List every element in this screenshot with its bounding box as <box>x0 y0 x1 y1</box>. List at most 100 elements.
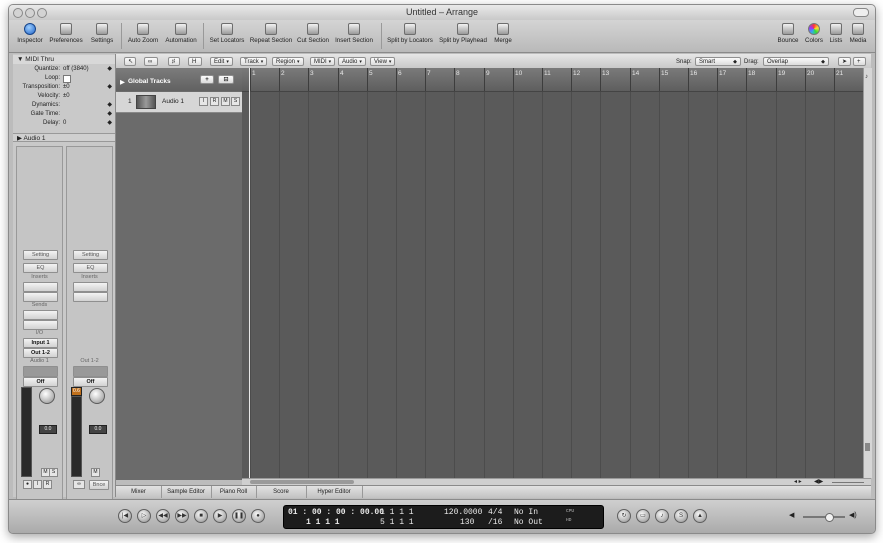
pencil-tool[interactable]: + <box>853 57 866 66</box>
strip2-eq-button[interactable]: EQ <box>73 263 108 273</box>
strip2-automation-button[interactable]: Off <box>73 377 108 387</box>
pause-icon[interactable]: ❚❚ <box>232 509 246 523</box>
param-dynamics[interactable]: Dynamics: ◆ <box>13 101 115 110</box>
cut-section-button[interactable]: Cut Section <box>295 23 331 44</box>
global-tracks-header[interactable]: ▶ Global Tracks + ⊟ <box>116 68 242 91</box>
tab-sample-editor[interactable]: Sample Editor <box>161 486 212 498</box>
tab-hyper-editor[interactable]: Hyper Editor <box>306 486 363 498</box>
track-menu[interactable]: Track ▾ <box>240 57 268 66</box>
param-gate-time[interactable]: Gate Time: ◆ <box>13 110 115 119</box>
scroll-arrows-icon[interactable]: ◂ ▸ <box>794 478 802 485</box>
track-folder-button[interactable]: ⊟ <box>218 75 234 84</box>
param-velocity[interactable]: Velocity: ±0 <box>13 92 115 101</box>
vertical-scrollbar[interactable]: ♪ <box>863 68 872 478</box>
loop-checkbox[interactable] <box>63 75 71 83</box>
cycle-icon[interactable]: ↻ <box>617 509 631 523</box>
param-loop[interactable]: Loop: <box>13 74 115 83</box>
pointer-tool[interactable]: ➤ <box>838 57 851 66</box>
tab-mixer[interactable]: Mixer <box>116 486 162 498</box>
strip1-record-enable-button[interactable]: R <box>43 480 52 489</box>
track-mute-button[interactable]: M <box>221 97 230 106</box>
bounce-button[interactable]: Bounce <box>775 23 801 44</box>
hide-button[interactable]: H <box>188 57 202 66</box>
close-button[interactable] <box>13 8 23 18</box>
playhead[interactable] <box>249 68 250 478</box>
strip1-eq-button[interactable]: EQ <box>23 263 58 273</box>
strip2-mute-button[interactable]: M <box>91 468 100 477</box>
strip1-group-slot[interactable] <box>23 366 58 377</box>
stop-icon[interactable]: ■ <box>194 509 208 523</box>
strip1-send-slot[interactable] <box>23 310 58 320</box>
horizontal-zoom-slider[interactable] <box>832 482 864 483</box>
bar-ruler[interactable]: 12345678910111213141516171819202122 <box>242 68 863 92</box>
media-button[interactable]: Media <box>847 23 869 44</box>
strip2-insert-slot[interactable] <box>73 282 108 292</box>
go-to-start-icon[interactable]: |◀ <box>118 509 132 523</box>
arrange-area[interactable]: 12345678910111213141516171819202122 <box>242 68 863 478</box>
midi-thru-header[interactable]: ▼ MIDI Thru <box>13 55 115 64</box>
record-icon[interactable]: ● <box>251 509 265 523</box>
snap-popup[interactable]: Smart ◆ <box>695 57 741 66</box>
lists-button[interactable]: Lists <box>827 23 845 44</box>
strip1-automation-button[interactable]: Off <box>23 377 58 387</box>
transport-display[interactable]: 01 : 00 : 00 : 00.00 1 1 1 1 1 1 1 1 5 1… <box>283 505 604 529</box>
merge-button[interactable]: Merge <box>491 23 515 44</box>
track-parameters-header[interactable]: ▶ Audio 1 <box>13 133 115 142</box>
auto-zoom-button[interactable]: Auto Zoom <box>125 23 161 44</box>
strip2-setting-button[interactable]: Setting <box>73 250 108 260</box>
rewind-icon[interactable]: ◀◀ <box>156 509 170 523</box>
track-record-button[interactable]: R <box>210 97 219 106</box>
strip2-volume-fader[interactable]: 0.0 <box>89 425 107 434</box>
region-menu[interactable]: Region ▾ <box>272 57 304 66</box>
strip1-insert-slot[interactable] <box>23 292 58 302</box>
tab-score[interactable]: Score <box>256 486 307 498</box>
track-input-monitor-button[interactable]: I <box>199 97 208 106</box>
split-by-locators-button[interactable]: Split by Locators <box>385 23 435 44</box>
audio-menu[interactable]: Audio ▾ <box>338 57 366 66</box>
new-track-button[interactable]: + <box>200 75 214 84</box>
strip1-output-button[interactable]: Out 1-2 <box>23 348 58 358</box>
zoom-button[interactable] <box>37 8 47 18</box>
automation-button[interactable]: Automation <box>163 23 199 44</box>
inspector-button[interactable]: Inspector <box>15 23 45 44</box>
set-locators-button[interactable]: Set Locators <box>207 23 247 44</box>
insert-section-button[interactable]: Insert Section <box>333 23 375 44</box>
strip1-solo-button[interactable]: S <box>49 468 58 477</box>
replace-icon[interactable]: ♪ <box>655 509 669 523</box>
strip1-input-button[interactable]: Input 1 <box>23 338 58 348</box>
play-from-selection-icon[interactable]: ▷ <box>137 509 151 523</box>
master-volume-slider[interactable] <box>803 513 845 522</box>
volume-knob[interactable] <box>825 513 834 522</box>
track-solo-button[interactable]: S <box>231 97 240 106</box>
strip1-send-slot[interactable] <box>23 320 58 330</box>
strip2-link-button[interactable]: ∞ <box>73 480 85 489</box>
strip1-pan-knob[interactable] <box>39 388 55 404</box>
colors-button[interactable]: Colors <box>803 23 825 44</box>
strip2-bounce-button[interactable]: Bnce <box>89 480 109 490</box>
minimize-button[interactable] <box>25 8 35 18</box>
split-by-playhead-button[interactable]: Split by Playhead <box>437 23 489 44</box>
tab-piano-roll[interactable]: Piano Roll <box>211 486 257 498</box>
horizontal-scroll-thumb[interactable] <box>250 480 354 484</box>
view-menu[interactable]: View ▾ <box>370 57 396 66</box>
drag-popup[interactable]: Overlap ◆ <box>763 57 829 66</box>
link-button[interactable]: ∞ <box>144 57 158 66</box>
toolbar-toggle-button[interactable] <box>853 8 869 17</box>
settings-button[interactable]: Settings <box>87 23 117 44</box>
flex-button[interactable]: ♯ <box>168 57 180 66</box>
strip2-balance-knob[interactable] <box>89 388 105 404</box>
strip2-insert-slot[interactable] <box>73 292 108 302</box>
play-icon[interactable]: ▶ <box>213 509 227 523</box>
strip1-insert-slot[interactable] <box>23 282 58 292</box>
midi-menu[interactable]: MIDI ▾ <box>310 57 336 66</box>
strip1-record-button[interactable]: ● <box>23 480 32 489</box>
repeat-section-button[interactable]: Repeat Section <box>249 23 293 44</box>
metronome-icon[interactable]: ▲ <box>693 509 707 523</box>
strip2-group-slot[interactable] <box>73 366 108 377</box>
solo-icon[interactable]: S <box>674 509 688 523</box>
strip1-input-monitor-button[interactable]: I <box>33 480 42 489</box>
autopunch-icon[interactable]: ▭ <box>636 509 650 523</box>
fast-forward-icon[interactable]: ▶▶ <box>175 509 189 523</box>
track-row[interactable]: 1 Audio 1 I R M S <box>116 92 242 113</box>
catch-button[interactable]: ↖ <box>124 57 136 66</box>
